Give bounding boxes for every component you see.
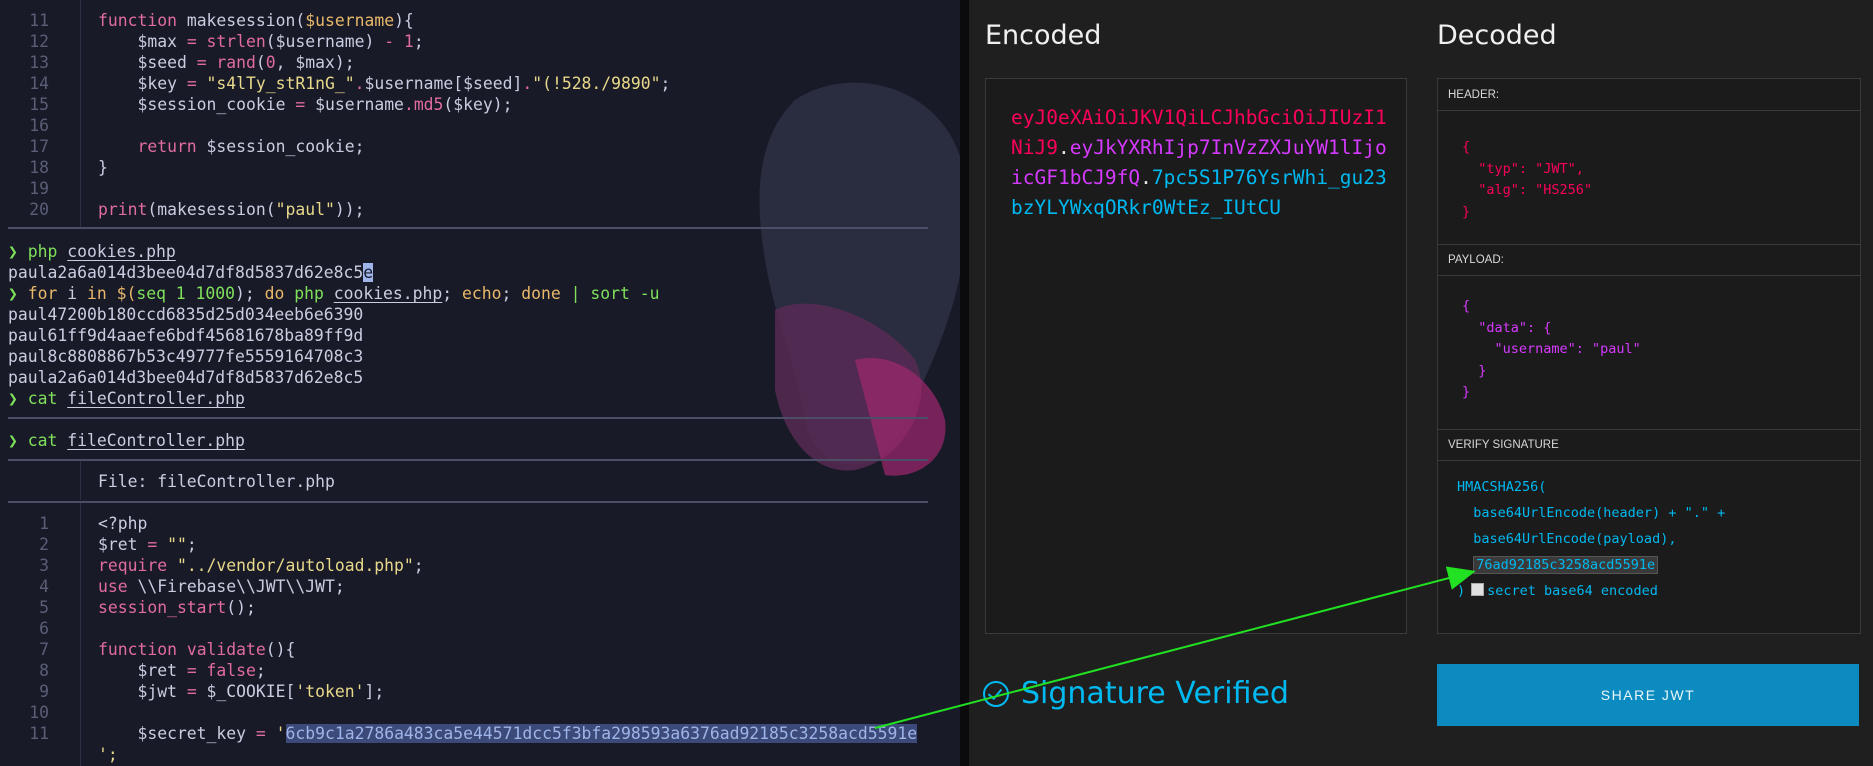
secret-input[interactable]: 76ad92185c3258acd5591e [1473, 556, 1659, 574]
shell-output: paula2a6a014d3bee04d7df8d5837d62e8c5 [8, 368, 364, 387]
shell-output: paula2a6a014d3bee04d7df8d5837d62e8c5e [8, 263, 374, 282]
shell-output: paul8c8808867b53c49777fe5559164708c3 [8, 347, 364, 366]
verify-function: HMACSHA256( [1457, 479, 1547, 495]
payload-section-label: PAYLOAD: [1438, 244, 1860, 276]
selected-secret-key[interactable]: 6cb9c1a2786a483ca5e44571dcc5f3bfa298593a… [285, 724, 918, 743]
check-circle-icon [983, 680, 1009, 707]
signature-status-text: Signature Verified [1021, 676, 1289, 711]
share-jwt-button[interactable]: SHARE JWT [1437, 664, 1859, 726]
shell-command: ❯ cat fileController.php [8, 389, 245, 408]
window-divider [960, 0, 969, 766]
token-dot: . [1057, 136, 1070, 159]
decoded-title: Decoded [1437, 20, 1557, 51]
signature-status: Signature Verified [983, 676, 1289, 711]
base64-checkbox-label: secret base64 encoded [1487, 583, 1658, 599]
header-json-editor[interactable]: { "typ": "JWT", "alg": "HS256" } [1462, 137, 1592, 223]
shell-command: ❯ for i in $(seq 1 1000); do php cookies… [8, 284, 660, 303]
gutter-separator [80, 461, 81, 500]
verify-line: base64UrlEncode(header) + "." + [1457, 505, 1726, 521]
verify-section-label: VERIFY SIGNATURE [1438, 429, 1860, 461]
gutter-separator [80, 503, 81, 766]
shell-command: ❯ php cookies.php [8, 242, 176, 261]
rule [8, 459, 928, 461]
shell-output: paul47200b180ccd6835d25d034eeb6e6390 [8, 305, 364, 324]
rule [8, 417, 928, 419]
shell-command: ❯ cat fileController.php [8, 431, 245, 450]
rule [8, 227, 928, 229]
shell-output: paul61ff9d4aaefe6bdf45681678ba89ff9d [8, 326, 364, 345]
verify-close: ) [1457, 583, 1466, 599]
payload-json-editor[interactable]: { "data": { "username": "paul" } } [1462, 296, 1641, 404]
terminal-window: 11 function makesession($username){ 12 $m… [0, 0, 960, 766]
encoded-token-editor[interactable]: eyJ0eXAiOiJKV1QiLCJhbGciOiJIUzI1NiJ9.eyJ… [985, 78, 1407, 634]
jwt-debugger: Encoded Decoded eyJ0eXAiOiJKV1QiLCJhbGci… [969, 0, 1873, 766]
encoded-token[interactable]: eyJ0eXAiOiJKV1QiLCJhbGciOiJIUzI1NiJ9.eyJ… [1011, 103, 1391, 223]
verify-signature-block: HMACSHA256( base64UrlEncode(header) + ".… [1457, 474, 1725, 604]
encoded-title: Encoded [985, 20, 1102, 51]
rule [8, 501, 928, 503]
gutter-separator [80, 0, 81, 228]
token-dot: . [1140, 166, 1152, 189]
base64-checkbox[interactable] [1471, 583, 1485, 596]
header-section-label: HEADER: [1438, 79, 1860, 111]
verify-line: base64UrlEncode(payload), [1457, 531, 1677, 547]
